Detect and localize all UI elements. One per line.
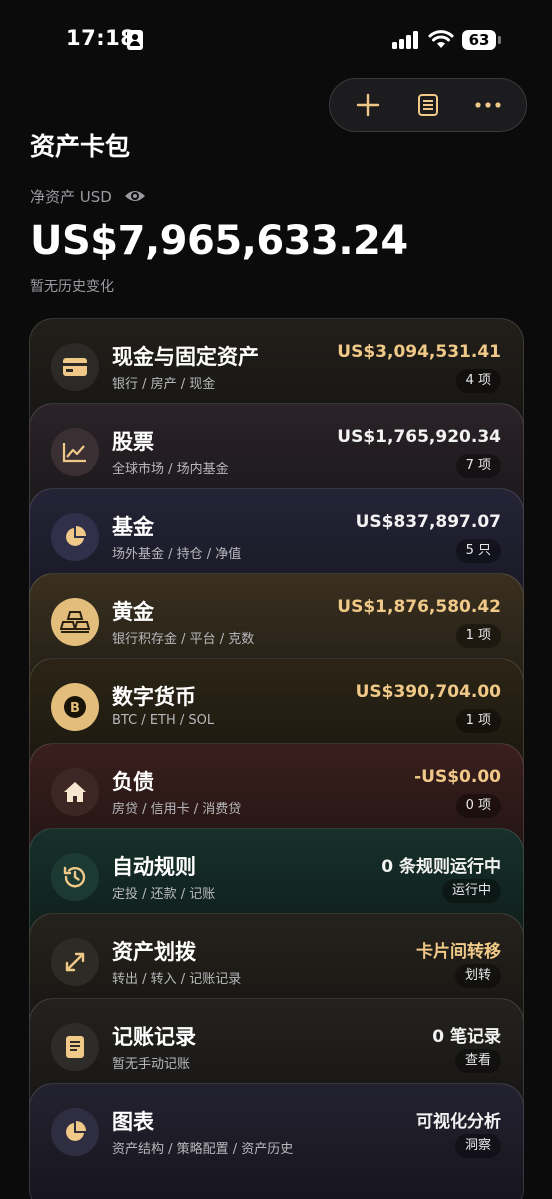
svg-text:B: B — [70, 701, 80, 716]
card-count-badge: 4 项 — [455, 369, 501, 393]
card-title: 负债 — [112, 770, 154, 794]
card-subtitle: 全球市场 / 场内基金 — [112, 462, 229, 477]
card-title: 自动规则 — [112, 855, 196, 879]
contact-card-icon — [127, 30, 143, 50]
history-icon — [63, 866, 86, 888]
card-subtitle: BTC / ETH / SOL — [112, 713, 215, 728]
ledger-icon — [66, 1036, 84, 1058]
card-action-badge: 划转 — [454, 964, 501, 988]
page-title: 资产卡包 — [30, 132, 131, 161]
more-button[interactable] — [464, 81, 512, 129]
pie-icon — [66, 1121, 86, 1141]
history-change-text: 暂无历史变化 — [30, 279, 114, 295]
card-amount: 0 笔记录 — [432, 1027, 501, 1047]
top-toolbar — [329, 78, 527, 132]
card-count-badge: 1 项 — [455, 624, 501, 648]
card-charts[interactable]: 图表 资产结构 / 策略配置 / 资产历史 可视化分析 洞察 — [29, 1083, 524, 1199]
list-view-button[interactable] — [404, 81, 452, 129]
gold-bars-icon — [60, 611, 90, 633]
card-amount: US$1,876,580.42 — [337, 597, 501, 617]
card-title: 数字货币 — [112, 685, 196, 709]
card-subtitle: 银行积存金 / 平台 / 克数 — [112, 632, 255, 647]
cellular-signal-icon — [392, 30, 420, 49]
more-icon — [475, 102, 501, 108]
pie-icon — [66, 526, 86, 546]
net-worth-value: US$7,965,633.24 — [30, 218, 408, 264]
card-count-badge: 7 项 — [455, 454, 501, 478]
plus-icon — [356, 93, 380, 117]
add-button[interactable] — [344, 81, 392, 129]
battery-indicator: 63 — [462, 30, 501, 50]
card-title: 基金 — [112, 515, 154, 539]
transfer-icon — [65, 952, 85, 972]
card-amount: US$837,897.07 — [355, 512, 501, 532]
status-bar: 17:18 63 — [0, 0, 552, 80]
card-action-badge: 洞察 — [454, 1134, 501, 1158]
card-subtitle: 定投 / 还款 / 记账 — [112, 887, 216, 902]
eye-icon[interactable] — [124, 186, 146, 206]
card-amount: -US$0.00 — [414, 767, 501, 787]
card-title: 黄金 — [112, 600, 154, 624]
card-subtitle: 转出 / 转入 / 记账记录 — [112, 972, 242, 987]
card-subtitle: 银行 / 房产 / 现金 — [112, 377, 216, 392]
card-title: 股票 — [112, 430, 154, 454]
card-subtitle: 房贷 / 信用卡 / 消费贷 — [112, 802, 242, 817]
card-subtitle: 资产结构 / 策略配置 / 资产历史 — [112, 1142, 294, 1157]
card-icon — [63, 358, 87, 376]
list-icon — [418, 94, 438, 116]
card-amount: US$390,704.00 — [355, 682, 501, 702]
card-count-badge: 0 项 — [455, 794, 501, 818]
card-status-badge: 运行中 — [441, 879, 501, 903]
status-time: 17:18 — [66, 26, 136, 50]
card-count-badge: 5 只 — [455, 539, 501, 563]
card-subtitle: 暂无手动记账 — [112, 1057, 191, 1072]
card-amount: 卡片间转移 — [416, 942, 501, 962]
card-title: 记账记录 — [112, 1025, 196, 1049]
card-title: 图表 — [112, 1110, 154, 1134]
card-amount: US$1,765,920.34 — [337, 427, 501, 447]
wifi-icon — [428, 30, 454, 48]
card-action-badge: 查看 — [454, 1049, 501, 1073]
card-title: 资产划拨 — [112, 940, 196, 964]
home-icon — [64, 782, 86, 802]
card-amount: 0 条规则运行中 — [381, 857, 501, 877]
net-worth-label: 净资产 USD — [30, 188, 112, 206]
card-subtitle: 场外基金 / 持仓 / 净值 — [112, 547, 242, 562]
card-amount: 可视化分析 — [416, 1112, 501, 1132]
card-title: 现金与固定资产 — [112, 345, 259, 369]
card-amount: US$3,094,531.41 — [337, 342, 501, 362]
chart-icon — [62, 443, 86, 463]
card-count-badge: 1 项 — [455, 709, 501, 733]
bitcoin-icon: B — [64, 696, 86, 718]
